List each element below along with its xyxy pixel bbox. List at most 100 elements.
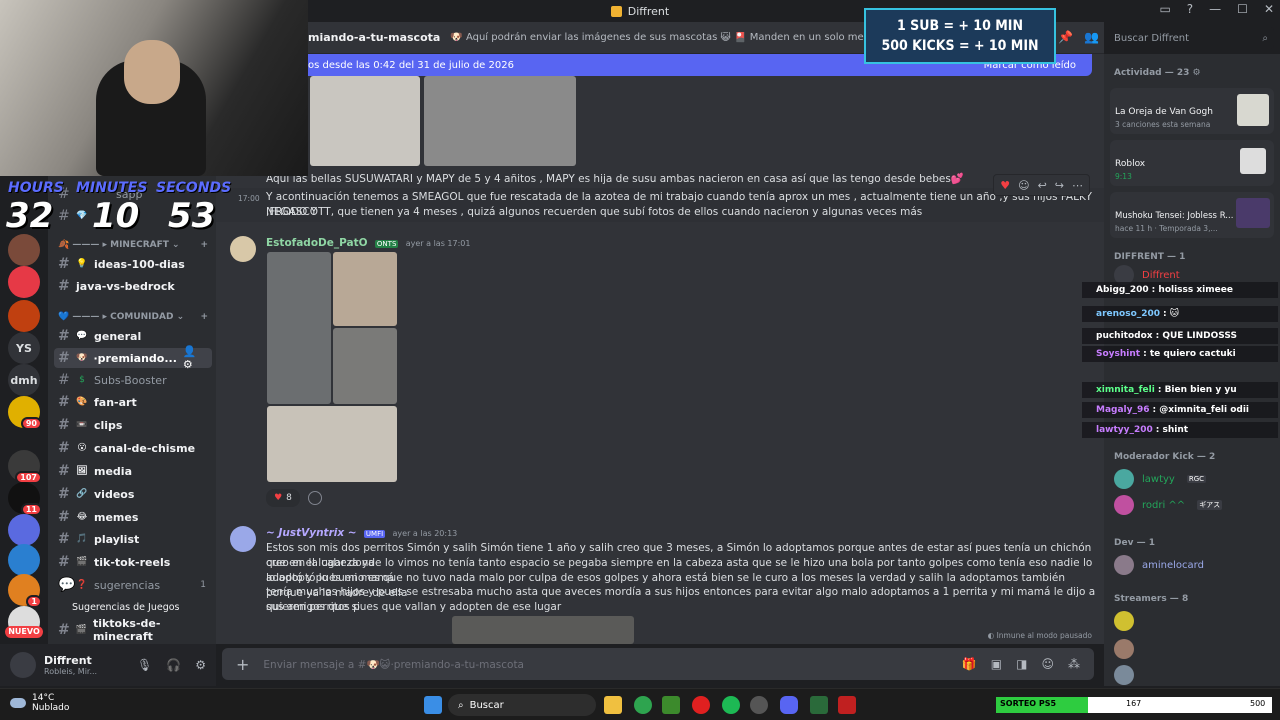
microphone-icon[interactable]: 🎙 bbox=[137, 658, 152, 672]
hash-icon: # bbox=[58, 372, 70, 388]
attachment-image[interactable] bbox=[310, 76, 420, 166]
voice-controls: 🎙 🎧 ⚙ bbox=[137, 658, 206, 672]
more-options-icon[interactable]: ⋯ bbox=[1072, 179, 1083, 192]
gift-icon[interactable]: 🎁 bbox=[962, 657, 977, 671]
add-channel-icon[interactable]: + bbox=[200, 312, 208, 322]
heart-reaction-icon[interactable]: ♥ bbox=[1000, 179, 1010, 192]
user-info[interactable]: Diffrent Robleis, Mir... bbox=[44, 654, 97, 676]
taskbar-search[interactable]: ⌕ Buscar bbox=[448, 694, 596, 716]
member-streamer[interactable] bbox=[1114, 638, 1134, 660]
attachment-image[interactable] bbox=[452, 616, 634, 644]
window-title-text: Diffrent bbox=[627, 4, 670, 18]
close-icon[interactable]: ✕ bbox=[1264, 2, 1274, 16]
member-rodri[interactable]: rodri ^^ ギアス bbox=[1114, 494, 1223, 516]
minecraft-icon[interactable] bbox=[662, 696, 680, 714]
reaction-heart[interactable]: ♥ 8 bbox=[266, 489, 300, 507]
server-icon-red[interactable] bbox=[8, 266, 40, 298]
emoji-icon[interactable]: ☺ bbox=[1041, 657, 1054, 671]
settings-gear-icon[interactable]: ⚙ bbox=[195, 658, 206, 672]
attachment-image[interactable] bbox=[424, 76, 576, 166]
activity-card[interactable]: La Oreja de Van Gogh 3 canciones esta se… bbox=[1110, 88, 1274, 134]
pin-icon[interactable]: 📌 bbox=[1058, 30, 1073, 44]
channel-fan-art[interactable]: # 🎨 fan-art bbox=[54, 392, 212, 412]
member-streamer[interactable] bbox=[1114, 664, 1134, 686]
headphones-icon[interactable]: 🎧 bbox=[166, 658, 181, 672]
attachment-image[interactable] bbox=[267, 252, 331, 404]
channel-ideas-100-dias[interactable]: # 💡 ideas-100-dias bbox=[54, 254, 212, 274]
steam-icon[interactable] bbox=[750, 696, 768, 714]
minimize-icon[interactable]: — bbox=[1209, 2, 1221, 16]
server-icon-orange2[interactable]: 1 bbox=[8, 574, 42, 608]
seconds-label: SECONDS bbox=[156, 180, 232, 196]
spotify-icon[interactable] bbox=[722, 696, 740, 714]
reply-icon[interactable]: ↩ bbox=[1038, 179, 1047, 192]
server-icon-blue[interactable] bbox=[8, 514, 40, 546]
attachment-image[interactable] bbox=[333, 328, 397, 404]
user-name: Diffrent bbox=[44, 654, 92, 667]
server-icon-diamond[interactable] bbox=[8, 544, 40, 576]
apps-icon[interactable]: ⁂ bbox=[1068, 657, 1080, 671]
channel-java-vs-bedrock[interactable]: # java-vs-bedrock bbox=[54, 276, 212, 296]
channel-topic[interactable]: 🐶 Aquí podrán enviar las imágenes de sus… bbox=[450, 32, 890, 43]
message-composer[interactable]: + Enviar mensaje a #🐶😺·premiando-a-tu-ma… bbox=[222, 648, 1094, 680]
channel-subs-booster[interactable]: # $ Subs-Booster bbox=[54, 370, 212, 390]
server-icon-black[interactable]: 11 bbox=[8, 482, 42, 516]
opera-icon[interactable] bbox=[692, 696, 710, 714]
user-avatar[interactable] bbox=[230, 236, 256, 262]
discord-icon[interactable] bbox=[780, 696, 798, 714]
server-icon-dark[interactable]: 107 bbox=[8, 450, 42, 484]
channel-media[interactable]: # 🖼 media bbox=[54, 461, 212, 481]
kick-chat-line: lawtyy_200: shint bbox=[1082, 422, 1278, 438]
search-icon: ⌕ bbox=[1262, 32, 1268, 44]
maximize-icon[interactable]: ☐ bbox=[1237, 2, 1248, 16]
server-icon-dmh[interactable]: dmh bbox=[8, 364, 40, 396]
inbox-icon[interactable]: ▭ bbox=[1159, 2, 1170, 16]
channel-canal-de-chisme[interactable]: # 😮 canal-de-chisme bbox=[54, 438, 212, 458]
emoji-reaction-icon[interactable]: ☺ bbox=[1018, 179, 1029, 192]
message-author[interactable]: EstofadoDe_PatO bbox=[266, 237, 368, 249]
app-icon-red[interactable] bbox=[838, 696, 856, 714]
channel-videos[interactable]: # 🔗 videos bbox=[54, 484, 212, 504]
activity-card[interactable]: Roblox 9:13 bbox=[1110, 140, 1274, 186]
channel-memes[interactable]: # 😂 memes bbox=[54, 507, 212, 527]
windows-start-icon[interactable] bbox=[424, 696, 442, 714]
attachment-image[interactable] bbox=[333, 252, 397, 326]
invite-settings-icon[interactable]: 👤⚙ bbox=[183, 345, 206, 371]
app-icon-green[interactable] bbox=[810, 696, 828, 714]
chrome-icon[interactable] bbox=[634, 696, 652, 714]
channel-clips[interactable]: # 📼 clips bbox=[54, 415, 212, 435]
channel-playlist[interactable]: # 🎵 playlist bbox=[54, 529, 212, 549]
member-lawtyy[interactable]: lawtyy RGC bbox=[1114, 468, 1207, 490]
category-comunidad[interactable]: 💙 ——— ▸ COMUNIDAD ⌄ + bbox=[58, 312, 208, 322]
channel-premiando-a-tu-mascota[interactable]: # 🐶 ·premiando... 👤⚙ bbox=[54, 345, 212, 371]
help-icon[interactable]: ? bbox=[1187, 2, 1193, 16]
member-list-icon[interactable]: 👥 bbox=[1084, 30, 1099, 44]
server-icon-yellow[interactable]: 90 bbox=[8, 396, 42, 430]
user-avatar[interactable] bbox=[10, 652, 36, 678]
channel-tik-tok-reels[interactable]: # 🎬 tik-tok-reels bbox=[54, 552, 212, 572]
weather-widget[interactable]: 14°C Nublado bbox=[10, 693, 69, 713]
member-aminelocard[interactable]: aminelocard bbox=[1114, 554, 1204, 576]
message-author[interactable]: ~ JustVyntrix ~ bbox=[266, 527, 357, 539]
forum-sugerencias[interactable]: 💬 ❓ sugerencias 1 bbox=[54, 575, 212, 595]
sticker-icon[interactable]: ◨ bbox=[1016, 657, 1027, 671]
gif-icon[interactable]: ▣ bbox=[991, 657, 1002, 671]
message-input[interactable]: Enviar mensaje a #🐶😺·premiando-a-tu-masc… bbox=[263, 658, 524, 671]
attachment-image[interactable] bbox=[267, 406, 397, 482]
file-explorer-icon[interactable] bbox=[604, 696, 622, 714]
hash-icon: # bbox=[58, 278, 70, 294]
member-avatar bbox=[1114, 611, 1134, 631]
cloud-icon bbox=[10, 698, 26, 708]
forum-post-sugerencias-de-juegos[interactable]: Sugerencias de Juegos bbox=[68, 597, 210, 617]
add-attachment-icon[interactable]: + bbox=[236, 655, 249, 674]
channel-tiktoks-de-minecraft[interactable]: # 🎬 tiktoks-de-minecraft bbox=[54, 617, 212, 643]
member-streamer[interactable] bbox=[1114, 610, 1134, 632]
server-icon-ys[interactable]: YS bbox=[8, 332, 40, 364]
server-icon-orange[interactable] bbox=[8, 300, 40, 332]
channel-general[interactable]: # 💬 general bbox=[54, 326, 212, 346]
forward-icon[interactable]: ↪ bbox=[1055, 179, 1064, 192]
add-reaction-icon[interactable] bbox=[308, 491, 322, 505]
activity-card[interactable]: Mushoku Tensei: Jobless R... hace 11 h ·… bbox=[1110, 192, 1274, 238]
user-avatar[interactable] bbox=[230, 526, 256, 552]
search-input[interactable]: Buscar Diffrent ⌕ bbox=[1108, 27, 1274, 49]
